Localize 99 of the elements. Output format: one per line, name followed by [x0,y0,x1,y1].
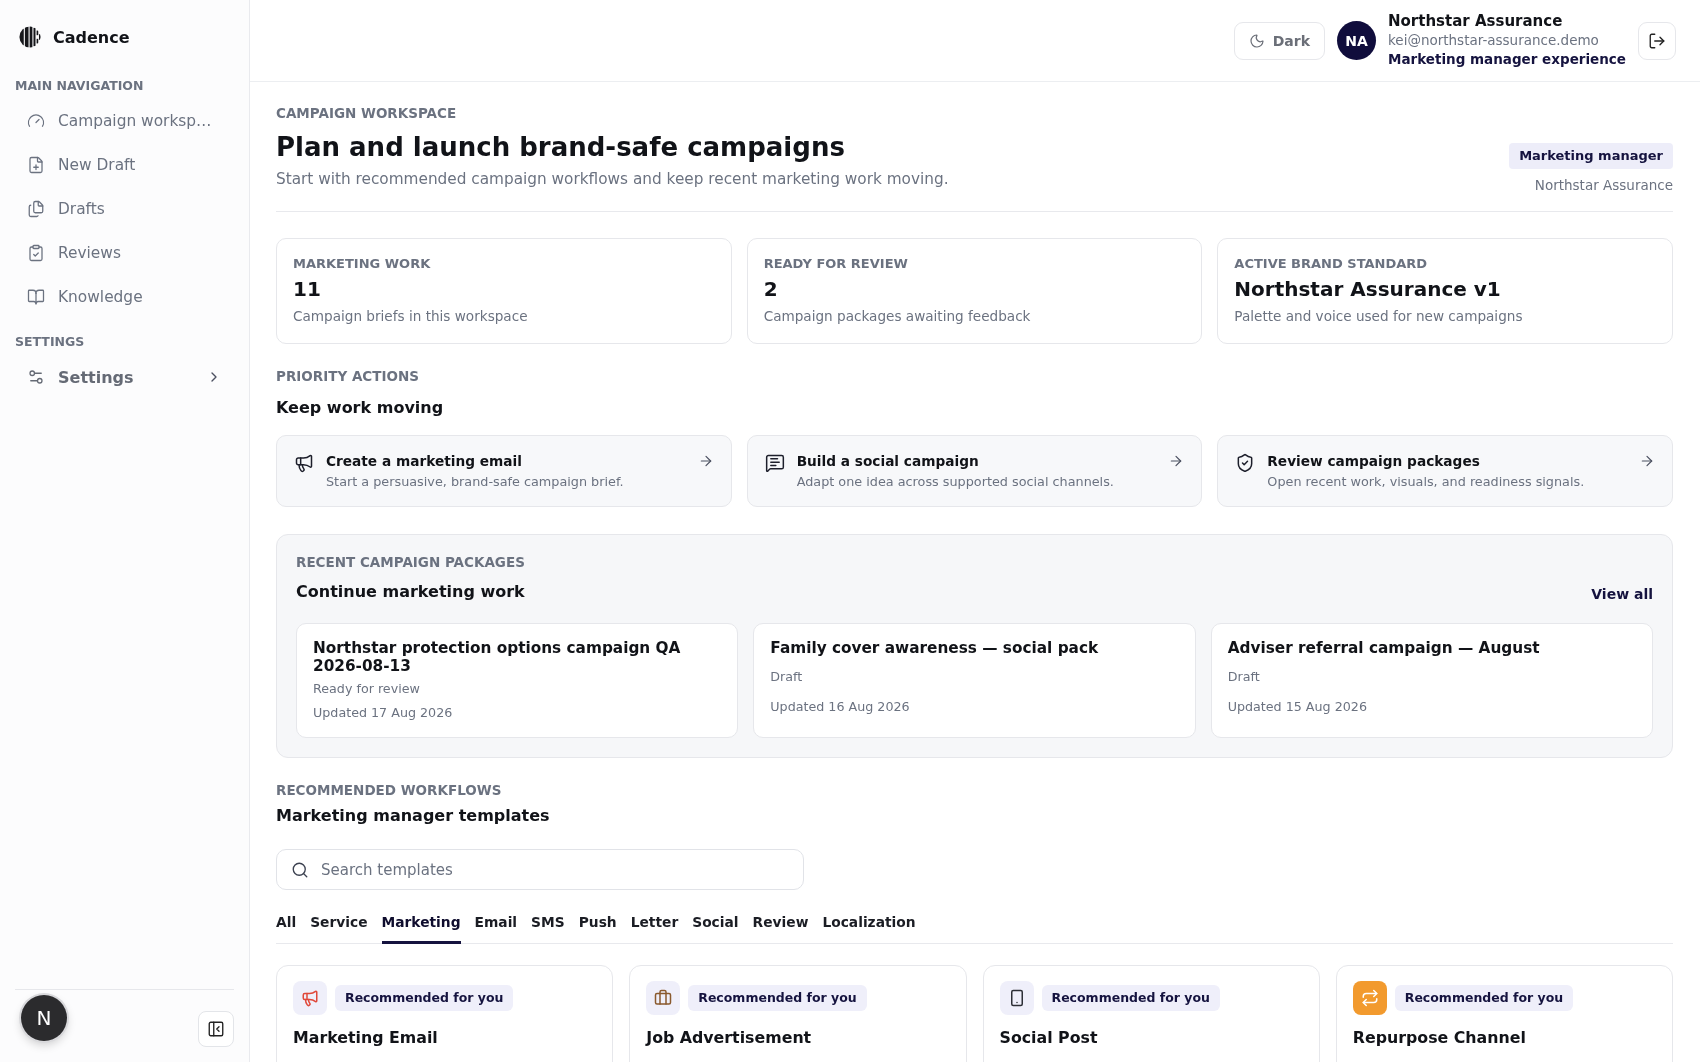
recommended-tag: Recommended for you [1041,985,1220,1011]
page-title: Plan and launch brand-safe campaigns [276,131,845,164]
stat-description: Campaign packages awaiting feedback [763,307,1031,326]
organization-name: Northstar Assurance [1534,176,1673,194]
sliders-icon [27,368,45,386]
section-eyebrow: PRIORITY ACTIONS [276,367,419,385]
action-description: Start a persuasive, brand-safe campaign brief. [326,473,624,491]
template-title: Repurpose Channel [1352,1027,1526,1049]
nav-item[interactable]: Drafts [15,187,234,231]
template-card[interactable]: Recommended for you Job Advertisement [629,965,967,1062]
user-experience: Marketing manager experience [1388,50,1626,69]
template-title: Marketing Email [293,1027,438,1049]
clipboard-check-icon [27,244,45,262]
book-icon [27,288,45,306]
nav-item[interactable]: Campaign worksp… [15,99,234,143]
avatar[interactable]: N [21,995,67,1041]
stat-description: Campaign briefs in this workspace [293,307,528,326]
stat-description: Palette and voice used for new campaigns [1234,307,1523,326]
brand-name: Cadence [53,27,130,47]
nav-item[interactable]: Reviews [15,231,234,275]
view-all-link[interactable]: View all [1591,585,1653,603]
action-description: Open recent work, visuals, and readiness signals. [1267,473,1585,491]
stat-label: READY FOR REVIEW [763,255,908,273]
package-updated: Updated 15 Aug 2026 [1227,697,1367,716]
filter-tab[interactable]: Letter [630,912,679,944]
user-email: kei@northstar-assurance.demo [1388,31,1599,50]
filter-tab[interactable]: Review [752,912,809,944]
files-icon [27,200,45,218]
nav-section-label: MAIN NAVIGATION [15,78,144,94]
stat-value: 11 [293,276,321,302]
package-title: Adviser referral campaign — August [1227,639,1540,657]
recommended-tag: Recommended for you [688,985,867,1011]
gauge-icon [27,112,45,130]
search-icon [291,860,309,879]
filter-tab[interactable]: SMS [531,912,565,944]
user-name: Northstar Assurance [1388,12,1563,31]
package-status: Ready for review [313,680,420,699]
package-title: Northstar protection options campaign QA 2026-08-13 [313,639,682,675]
section-title: Keep work moving [276,397,444,419]
user-avatar: NA [1337,21,1376,60]
section-eyebrow: RECENT CAMPAIGN PACKAGES [296,553,525,571]
stat-value: Northstar Assurance v1 [1234,276,1501,302]
filter-tab[interactable]: Social [692,912,739,944]
package-card[interactable]: Northstar protection options campaign QA 2026-08-13 Ready for review Updated 17 Aug 2026 [296,623,739,738]
package-status: Draft [770,668,803,687]
stat-value: 2 [763,276,778,302]
package-card[interactable]: Family cover awareness — social pack Draft Updated 16 Aug 2026 [753,623,1196,738]
moon-icon [1248,32,1265,49]
page-subtitle: Start with recommended campaign workflows and keep recent marketing work moving. [276,169,949,189]
filter-tab[interactable]: Marketing [381,912,461,944]
filter-tab[interactable]: All [276,912,297,944]
action-card[interactable]: Review campaign packages Open recent work, visuals, and readiness signals. [1217,435,1673,507]
repeat-icon [1352,981,1387,1015]
template-card[interactable]: Recommended for you Repurpose Channel [1335,965,1673,1062]
filter-tab[interactable]: Email [474,912,518,944]
megaphone-icon [294,453,314,473]
filter-tab[interactable]: Push [578,912,617,944]
package-updated: Updated 17 Aug 2026 [313,703,453,722]
template-title: Job Advertisement [646,1027,812,1049]
template-title: Social Post [999,1027,1098,1049]
collapse-sidebar-button[interactable] [198,1011,234,1047]
section-eyebrow: RECOMMENDED WORKFLOWS [276,781,502,799]
phone-icon [999,981,1034,1015]
filter-tab[interactable]: Localization [822,912,916,944]
briefcase-icon [646,981,681,1015]
action-card[interactable]: Build a social campaign Adapt one idea across supported social channels. [746,435,1203,507]
package-status: Draft [1227,668,1260,687]
megaphone-icon [293,981,327,1015]
file-plus-icon [27,156,45,174]
action-title: Review campaign packages [1267,452,1480,471]
action-title: Create a marketing email [326,452,522,471]
page-eyebrow: CAMPAIGN WORKSPACE [276,104,457,122]
section-title: Marketing manager templates [276,805,550,827]
package-updated: Updated 16 Aug 2026 [770,697,910,716]
action-card[interactable]: Create a marketing email Start a persuasive, brand-safe campaign brief. [276,435,732,507]
nav-section-label: SETTINGS [15,334,85,350]
nav-item[interactable]: New Draft [15,143,234,187]
action-description: Adapt one idea across supported social channels. [796,473,1114,491]
stat-label: MARKETING WORK [293,255,431,273]
search-field[interactable]: Search templates [276,849,804,890]
template-card[interactable]: Recommended for you Marketing Email [276,965,614,1062]
section-title: Continue marketing work [296,581,525,603]
recommended-tag: Recommended for you [1394,985,1574,1011]
logo-icon [19,26,41,48]
nav-item[interactable]: Settings [15,355,234,399]
nav-item[interactable]: Knowledge [15,275,234,319]
filter-tab[interactable]: Service [310,912,368,944]
logout-button[interactable] [1638,21,1676,60]
role-tag: Marketing manager [1509,143,1673,169]
panel-left-icon [207,1020,225,1038]
package-card[interactable]: Adviser referral campaign — August Draft Updated 15 Aug 2026 [1210,623,1653,738]
package-title: Family cover awareness — social pack [770,639,1099,657]
recommended-tag: Recommended for you [335,985,514,1011]
action-title: Build a social campaign [796,452,979,471]
template-card[interactable]: Recommended for you Social Post [982,965,1320,1062]
logout-icon [1648,31,1666,50]
stat-label: ACTIVE BRAND STANDARD [1234,255,1428,273]
message-icon [764,453,785,473]
theme-toggle-button[interactable]: Dark [1233,21,1325,60]
